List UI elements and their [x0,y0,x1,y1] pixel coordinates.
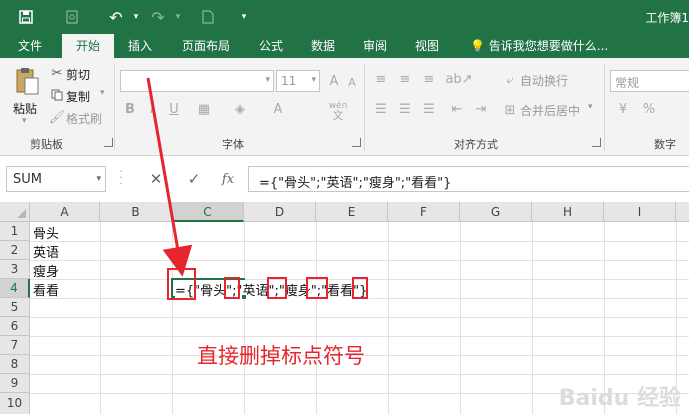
clipboard-group-label: 剪贴板 [30,138,63,151]
formula-text: ={"骨头";"英语";"瘦身";"看看"} [259,176,452,191]
tell-me-box[interactable]: 💡 告诉我您想要做什么... [470,34,608,58]
save-icon[interactable] [14,5,38,29]
highlight-box [167,268,196,300]
number-format-combo[interactable]: 常规 [610,70,689,92]
currency-icon[interactable]: ¥ [612,100,634,118]
paste-icon[interactable] [10,64,44,98]
tab-insert[interactable]: 插入 [118,34,162,58]
font-launcher-icon[interactable] [352,138,361,147]
annotation-text: 直接删掉标点符号 [197,344,365,368]
copy-dropdown-icon[interactable]: ▾ [100,88,105,98]
highlight-box [352,277,368,299]
bottom-align-icon[interactable]: ≡ [420,70,438,88]
print-preview-icon[interactable] [60,5,84,29]
fill-color-icon[interactable]: ◈ [232,100,248,118]
font-name-combo[interactable]: ▾ [120,70,274,92]
cell-a1[interactable]: 骨头 [33,223,59,242]
italic-icon[interactable]: I [144,100,160,118]
percent-icon[interactable]: % [640,100,658,118]
copy-icon[interactable] [50,88,64,102]
tab-view[interactable]: 视图 [406,34,448,58]
clipboard-launcher-icon[interactable] [104,138,113,147]
redo-dropdown-icon[interactable]: ▾ [166,5,190,29]
customize-toolbar-icon[interactable]: ▾ [232,5,256,29]
increase-indent-icon[interactable]: ⇥ [472,100,490,118]
fill-handle[interactable] [241,294,247,300]
font-color-icon[interactable]: A [270,100,286,118]
merge-dropdown-icon[interactable]: ▾ [588,102,593,112]
chevron-down-icon: ▾ [265,75,270,85]
chevron-down-icon: ▾ [311,75,316,85]
tab-data[interactable]: 数据 [302,34,344,58]
undo-dropdown-icon[interactable]: ▾ [124,5,148,29]
group-divider [604,64,605,150]
cell-a4[interactable]: 看看 [33,280,59,299]
new-document-icon[interactable] [196,5,220,29]
scissors-icon[interactable]: ✂ [50,66,64,81]
number-group-label: 数字 [654,138,676,151]
insert-function-button[interactable]: fx [214,166,242,192]
decrease-indent-icon[interactable]: ⇤ [448,100,466,118]
orientation-icon[interactable]: ab↗ [445,70,472,88]
merge-center-button[interactable]: 合并后居中 [520,102,580,119]
middle-align-icon[interactable]: ≡ [396,70,414,88]
tell-me-text: 告诉我您想要做什么... [488,39,609,53]
wrap-text-button[interactable]: 自动换行 [520,72,568,89]
borders-icon[interactable]: ▦ [196,100,212,118]
font-group-label: 字体 [222,138,244,151]
name-box[interactable]: SUM ▾ [6,166,106,192]
tab-review[interactable]: 审阅 [354,34,396,58]
tab-page-layout[interactable]: 页面布局 [172,34,240,58]
align-center-icon[interactable]: ☰ [396,100,414,118]
wrap-text-icon[interactable]: ⤶ [502,72,518,88]
align-left-icon[interactable]: ☰ [372,100,390,118]
grow-font-icon[interactable]: A [326,70,342,92]
underline-icon[interactable]: U [166,100,182,118]
font-size-combo[interactable]: 11 ▾ [276,70,320,92]
chevron-down-icon: ▾ [96,174,101,184]
ribbon: 粘贴 ▾ ✂ 剪切 复制 ▾ 🖌 格式刷 剪贴板 ▾ 11 ▾ A A B I … [0,58,689,156]
number-format-value: 常规 [615,76,640,90]
lightbulb-icon: 💡 [470,39,485,53]
group-divider [364,64,365,150]
format-painter-icon[interactable]: 🖌 [49,110,66,125]
alignment-launcher-icon[interactable] [592,138,601,147]
merge-center-icon[interactable]: ⊞ [502,102,518,118]
formula-bar-grip[interactable]: · · · [118,166,124,189]
title-bar: ↶ ▾ ↷ ▾ ▾ 工作簿1 [0,0,689,34]
cut-button[interactable]: 剪切 [66,66,90,83]
phonetic-guide-icon[interactable]: wén 文 [326,100,350,122]
window-title: 工作簿1 [645,11,689,25]
highlight-box [267,277,287,299]
group-divider [114,64,115,150]
enter-button[interactable]: ✓ [180,166,208,192]
cell-a2[interactable]: 英语 [33,242,59,261]
alignment-group-label: 对齐方式 [454,138,498,151]
copy-button[interactable]: 复制 [66,88,90,105]
bold-icon[interactable]: B [122,100,138,118]
highlight-box [306,277,328,299]
formula-bar: SUM ▾ · · · ✕ ✓ fx ={"骨头";"英语";"瘦身";"看看"} [0,156,689,202]
formula-input[interactable]: ={"骨头";"英语";"瘦身";"看看"} [248,166,689,192]
name-box-value: SUM [13,172,42,187]
paste-dropdown-icon[interactable]: ▾ [22,116,27,126]
shrink-font-icon[interactable]: A [344,72,360,92]
paste-button[interactable]: 粘贴 [13,100,37,117]
worksheet-grid: A B C D E F G H I 1 2 3 4 5 6 7 8 9 10 骨… [0,202,689,414]
highlight-box [224,277,240,299]
cell-a3[interactable]: 瘦身 [33,261,59,280]
tab-file[interactable]: 文件 [6,34,54,58]
format-painter-button[interactable]: 格式刷 [66,110,102,127]
ribbon-tabs: 文件 开始 插入 页面布局 公式 数据 审阅 视图 💡 告诉我您想要做什么... [0,34,689,58]
font-size-value: 11 [281,74,297,88]
top-align-icon[interactable]: ≡ [372,70,390,88]
cancel-button[interactable]: ✕ [142,166,170,192]
align-right-icon[interactable]: ☰ [420,100,438,118]
tab-home[interactable]: 开始 [62,34,114,58]
tab-formulas[interactable]: 公式 [250,34,292,58]
watermark: Baidu 经验 [558,386,681,411]
